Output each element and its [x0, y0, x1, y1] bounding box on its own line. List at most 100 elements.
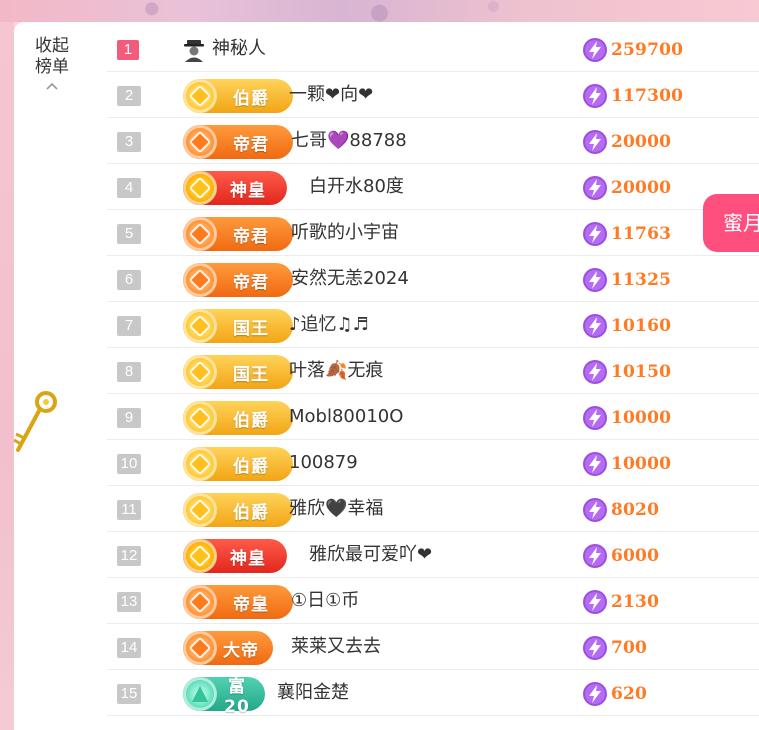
username: Mobl80010O: [289, 406, 404, 427]
rank-number: 2: [117, 86, 141, 106]
ranking-panel: 收起 榜单 1 神秘人 259700 2 伯爵 一颗❤向❤ 117300 3 帝…: [14, 22, 759, 730]
rank-number: 13: [117, 592, 141, 612]
chevron-gem-icon: [183, 631, 217, 665]
ranking-row[interactable]: 5 帝君 听歌的小宇宙 11763: [107, 210, 759, 256]
ranking-row[interactable]: 15 富20 襄阳金楚 620: [107, 670, 759, 717]
level-badge: 富20: [183, 677, 265, 717]
username: 听歌的小宇宙: [291, 222, 399, 243]
ranking-row[interactable]: 11 伯爵 雅欣🖤幸福 8020: [107, 486, 759, 532]
score-value: 20000: [611, 132, 672, 152]
rank-number: 15: [117, 684, 141, 704]
golden-key-icon: [14, 391, 57, 452]
lightning-coin-icon: [583, 406, 607, 430]
rank-number: 3: [117, 132, 141, 152]
ranking-row[interactable]: 9 伯爵 Mobl80010O 10000: [107, 394, 759, 440]
lightning-coin-icon: [583, 590, 607, 614]
score-value: 20000: [611, 178, 672, 198]
ranking-row[interactable]: 4 神皇 白开水80度 20000: [107, 164, 759, 210]
badge-label: 伯爵: [233, 456, 269, 477]
score: 259700: [582, 37, 683, 63]
ranking-row[interactable]: 14 大帝 莱莱又去去 700: [107, 624, 759, 670]
ranking-row[interactable]: 8 国王 叶落🍂无痕 10150: [107, 348, 759, 394]
level-badge: 帝皇: [183, 585, 293, 619]
side-tab-button[interactable]: 蜜月: [703, 194, 759, 252]
level-badge: 帝君: [183, 217, 293, 251]
badge-label: 神皇: [230, 548, 266, 569]
level-badge: 大帝: [183, 631, 273, 665]
ranking-row[interactable]: 6 帝君 安然无恙2024 11325: [107, 256, 759, 302]
ranking-row[interactable]: 10 伯爵 100879 10000: [107, 440, 759, 486]
score: 20000: [582, 129, 671, 155]
left-decorative-strip: [0, 22, 14, 730]
username: 一颗❤向❤: [289, 84, 374, 105]
score-value: 2130: [611, 592, 660, 612]
username: 雅欣最可爱吖❤: [309, 544, 433, 565]
level-badge: 国王: [183, 309, 293, 343]
chevron-up-icon: [46, 82, 58, 90]
username: ①日①币: [291, 590, 360, 611]
username: 安然无恙2024: [291, 268, 409, 289]
level-badge: 国王: [183, 355, 293, 389]
ranking-row[interactable]: 12 神皇 雅欣最可爱吖❤ 6000: [107, 532, 759, 578]
lightning-coin-icon: [583, 682, 607, 706]
level-badge: 神皇: [183, 171, 287, 205]
badge-label: 国王: [233, 318, 269, 339]
triangle-gem-icon: [183, 677, 217, 711]
rank-number: 6: [117, 270, 141, 290]
score: 11763: [582, 221, 671, 247]
score: 10150: [582, 359, 671, 385]
lightning-coin-icon: [583, 498, 607, 522]
rank-number: 7: [117, 316, 141, 336]
level-badge: 伯爵: [183, 447, 293, 481]
score: 117300: [582, 83, 683, 109]
diamond-gem-icon: [183, 493, 217, 527]
score: 620: [582, 681, 647, 707]
lightning-coin-icon: [583, 314, 607, 338]
badge-label: 大帝: [223, 640, 259, 661]
username: ♪追忆♫♬: [289, 314, 369, 335]
username: 叶落🍂无痕: [289, 360, 384, 381]
badge-label: 伯爵: [233, 502, 269, 523]
rank-number: 11: [117, 500, 141, 520]
score-value: 10000: [611, 408, 672, 428]
ranking-row[interactable]: 1 神秘人 259700: [107, 26, 759, 72]
lightning-coin-icon: [583, 176, 607, 200]
hexagon-gem-icon: [183, 171, 217, 205]
diamond-gem-icon: [183, 355, 217, 389]
level-badge: 帝君: [183, 263, 293, 297]
score-value: 700: [611, 638, 648, 658]
diamond-gem-icon: [183, 447, 217, 481]
score-value: 10160: [611, 316, 672, 336]
score-value: 11763: [611, 224, 672, 244]
score: 8020: [582, 497, 659, 523]
score-value: 117300: [611, 86, 684, 106]
ranking-row[interactable]: 3 帝君 七哥💜88788 20000: [107, 118, 759, 164]
lightning-coin-icon: [583, 452, 607, 476]
username: 莱莱又去去: [291, 636, 381, 657]
username: 雅欣🖤幸福: [289, 498, 384, 519]
lightning-coin-icon: [583, 636, 607, 660]
level-badge: 伯爵: [183, 79, 293, 113]
ranking-row[interactable]: 2 伯爵 一颗❤向❤ 117300: [107, 72, 759, 118]
score-value: 259700: [611, 40, 684, 60]
ranking-row[interactable]: 13 帝皇 ①日①币 2130: [107, 578, 759, 624]
lightning-coin-icon: [583, 360, 607, 384]
badge-label: 富20: [224, 676, 250, 717]
diamond-gem-icon: [183, 309, 217, 343]
mystery-person-icon: [184, 40, 204, 62]
rank-number: 8: [117, 362, 141, 382]
username: 神秘人: [212, 38, 266, 59]
ranking-row[interactable]: 7 国王 ♪追忆♫♬ 10160: [107, 302, 759, 348]
score-value: 8020: [611, 500, 660, 520]
badge-label: 伯爵: [233, 410, 269, 431]
score-value: 11325: [611, 270, 672, 290]
badge-label: 帝君: [233, 272, 269, 293]
diamond-gem-icon: [183, 79, 217, 113]
lightning-coin-icon: [583, 130, 607, 154]
lightning-coin-icon: [583, 544, 607, 568]
collapse-ranking-button[interactable]: 收起 榜单: [32, 36, 72, 92]
chevron-gem-icon: [183, 263, 217, 297]
score-value: 10150: [611, 362, 672, 382]
score: 700: [582, 635, 647, 661]
username: 七哥💜88788: [291, 130, 407, 151]
